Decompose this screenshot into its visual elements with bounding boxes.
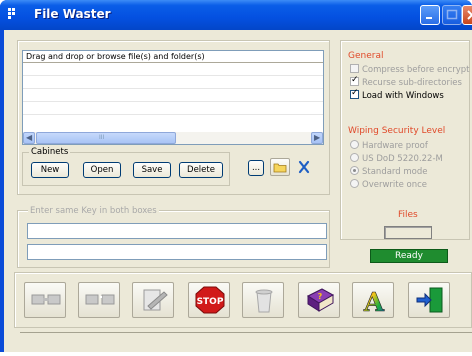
scroll-thumb[interactable]: III [36,132,176,144]
load-with-windows-label: Load with Windows [362,91,444,101]
wipe-button[interactable] [132,282,174,318]
cabinets-label: Cabinets [29,147,71,157]
decrypt-button[interactable] [78,282,120,318]
about-letter: A [363,288,385,314]
dod-label: US DoD 5220.22-M [362,154,443,164]
exit-button[interactable] [408,282,450,318]
wipe-icon [143,289,168,311]
window-title: File Waster [34,7,111,21]
dod-option[interactable]: US DoD 5220.22-M [350,153,443,164]
load-with-windows-option[interactable]: Load with Windows [350,88,444,101]
files-count-display [384,226,432,239]
decrypt-icon [85,294,115,305]
standard-mode-radio[interactable] [350,166,359,175]
load-with-windows-checkbox[interactable] [350,88,359,99]
stop-text: STOP [197,297,224,307]
new-cabinet-button[interactable]: New [31,162,69,178]
compress-option[interactable]: Compress before encrypt [350,64,470,75]
encrypt-icon [31,294,61,305]
maximize-button[interactable] [442,5,462,25]
wiping-level-title: Wiping Security Level [348,126,446,136]
recycle-bin-icon [255,289,273,313]
stop-button[interactable]: STOP [188,282,230,318]
list-item[interactable] [23,89,323,102]
list-item[interactable] [23,102,323,115]
hardware-proof-option[interactable]: Hardware proof [350,140,428,151]
help-book-icon: ? [306,288,335,312]
add-folder-button[interactable] [270,158,290,176]
key-legend: Enter same Key in both boxes [28,206,159,216]
hardware-proof-radio[interactable] [350,140,359,149]
browse-button[interactable]: ... [248,160,264,176]
scroll-left-button[interactable]: ◀ [23,132,35,144]
delete-cabinet-button[interactable]: Delete [179,162,223,178]
key-field[interactable] [27,223,327,239]
stop-icon: STOP [195,286,225,314]
list-item[interactable] [23,63,323,76]
overwrite-once-radio[interactable] [350,179,359,188]
recurse-option[interactable]: Recurse sub-directories [350,75,462,88]
help-button[interactable]: ? [298,282,340,318]
minimize-button[interactable] [420,5,440,25]
chevron-left-icon: ◀ [26,133,33,142]
general-title: General [348,51,384,61]
compress-label: Compress before encrypt [362,65,470,75]
svg-text:?: ? [318,292,323,301]
save-cabinet-button[interactable]: Save [133,162,171,178]
about-button[interactable]: A [352,282,394,318]
title-bar[interactable]: File Waster [0,0,472,30]
status-bar [20,332,472,348]
recycle-bin-button[interactable] [242,282,284,318]
overwrite-once-option[interactable]: Overwrite once [350,179,427,190]
scroll-thumb-grip: III [99,134,105,141]
encrypt-button[interactable] [24,282,66,318]
file-list[interactable]: Drag and drop or browse file(s) and fold… [22,50,324,145]
horizontal-scrollbar[interactable]: ◀ III ▶ [23,132,323,144]
recurse-checkbox[interactable] [350,75,359,86]
standard-mode-label: Standard mode [362,167,428,177]
remove-item-button[interactable] [294,158,314,176]
status-indicator: Ready [370,249,448,263]
overwrite-once-label: Overwrite once [362,180,428,190]
about-icon: A [363,288,386,314]
list-item[interactable] [23,76,323,89]
open-cabinet-button[interactable]: Open [83,162,121,178]
hardware-proof-label: Hardware proof [362,141,428,151]
chevron-right-icon: ▶ [314,133,321,142]
exit-icon [416,287,443,313]
scroll-right-button[interactable]: ▶ [311,132,323,144]
close-button[interactable] [462,5,472,25]
recurse-label: Recurse sub-directories [362,78,462,88]
files-count-title: Files [398,210,418,220]
dod-radio[interactable] [350,153,359,162]
confirm-key-field[interactable] [27,244,327,260]
compress-checkbox[interactable] [350,64,359,73]
cabinets-group: Cabinets New Open Save Delete [22,147,230,186]
file-list-header[interactable]: Drag and drop or browse file(s) and fold… [23,51,323,63]
standard-mode-option[interactable]: Standard mode [350,166,427,177]
folder-icon [273,163,287,173]
close-icon [298,160,310,174]
app-icon [8,8,20,20]
